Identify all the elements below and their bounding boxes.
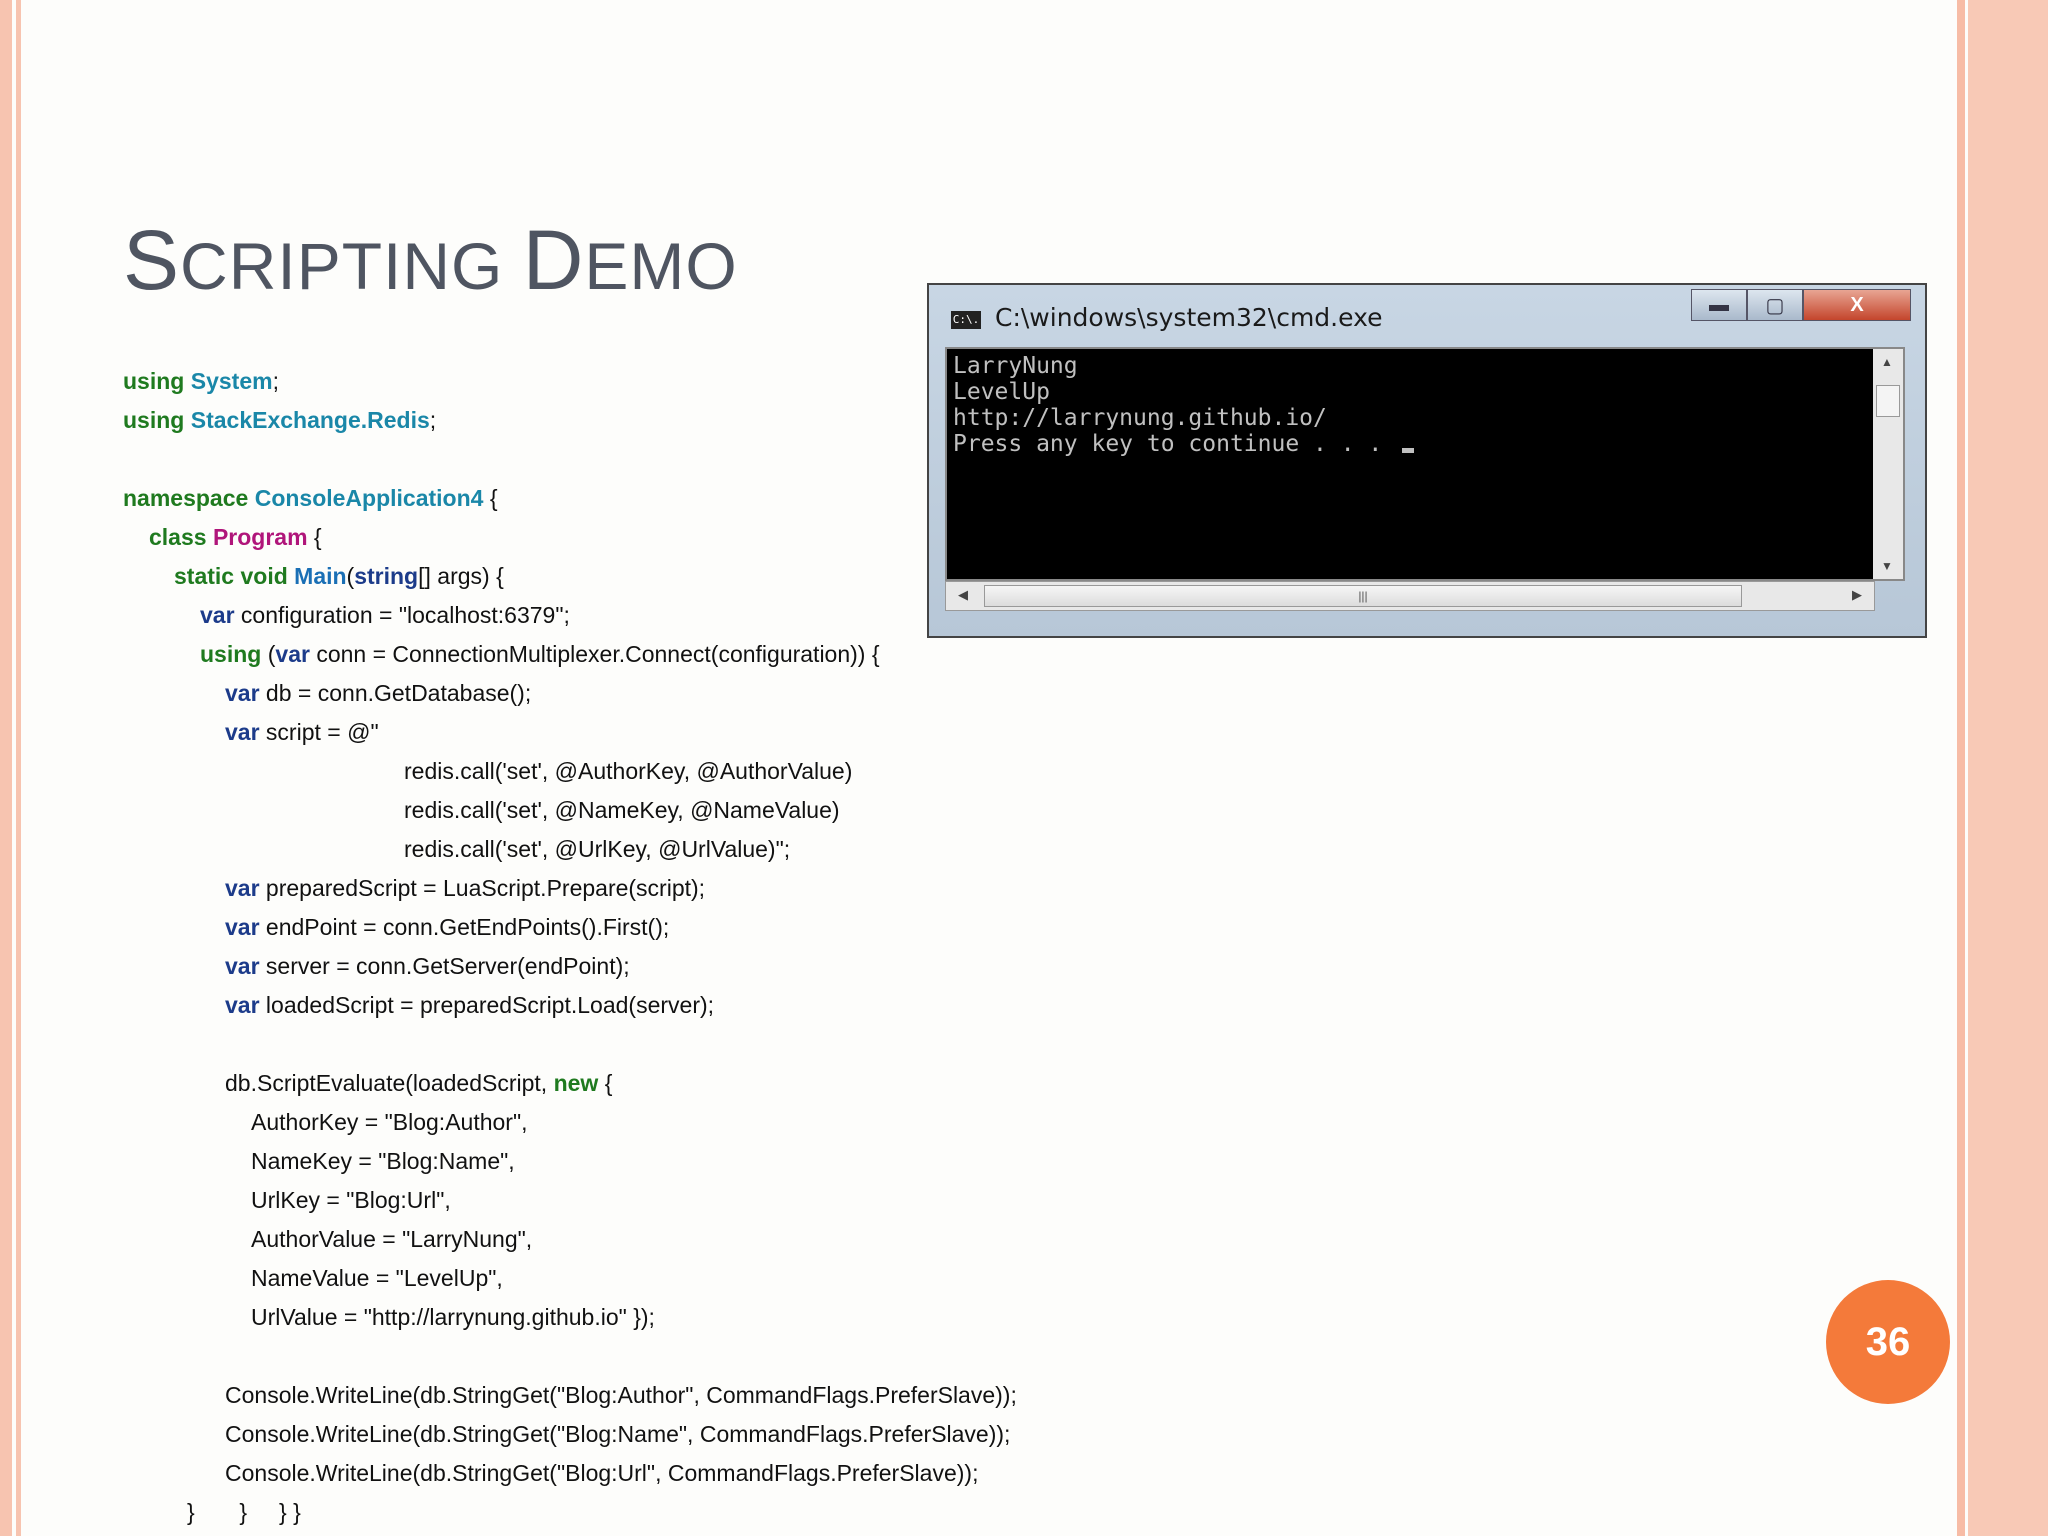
code-line: } } } } xyxy=(187,1499,301,1525)
console-line: Press any key to continue . . . xyxy=(953,431,1415,457)
code-line: redis.call('set', @AuthorKey, @AuthorVal… xyxy=(404,758,853,784)
vertical-scrollbar: ▲ ▼ xyxy=(1873,349,1903,579)
code-line: UrlValue = "http://larrynung.github.io" … xyxy=(251,1304,655,1330)
console-lines: LarryNung LevelUp http://larrynung.githu… xyxy=(953,353,1415,457)
console-line: LarryNung xyxy=(953,353,1078,379)
code-line: db.ScriptEvaluate(loadedScript, new { xyxy=(225,1070,613,1096)
close-icon: X xyxy=(1803,289,1911,321)
code-line: UrlKey = "Blog:Url", xyxy=(251,1187,451,1213)
console-title: C:\windows\system32\cmd.exe xyxy=(995,303,1383,332)
right-border-stripe xyxy=(1968,0,2048,1536)
code-line: Console.WriteLine(db.StringGet("Blog:Aut… xyxy=(225,1382,1017,1408)
console-line: LevelUp xyxy=(953,379,1050,405)
maximize-icon: ▢ xyxy=(1747,289,1803,321)
scroll-left-icon: ◀ xyxy=(958,587,968,602)
code-line: var preparedScript = LuaScript.Prepare(s… xyxy=(225,875,706,901)
console-window-screenshot: C:\. C:\windows\system32\cmd.exe ▬ ▢ X L… xyxy=(927,283,1927,638)
page-number-badge: 36 xyxy=(1826,1280,1950,1404)
code-line: var endPoint = conn.GetEndPoints().First… xyxy=(225,914,670,940)
code-line: NameValue = "LevelUp", xyxy=(251,1265,503,1291)
code-line: static void Main(string[] args) { xyxy=(174,563,504,589)
left-border-line xyxy=(16,0,21,1536)
code-line: AuthorKey = "Blog:Author", xyxy=(251,1109,528,1135)
code-line: redis.call('set', @NameKey, @NameValue) xyxy=(404,797,840,823)
horizontal-scrollbar: ◀ ||| ▶ xyxy=(945,581,1875,611)
code-line: class Program { xyxy=(149,524,322,550)
console-titlebar: C:\. C:\windows\system32\cmd.exe ▬ ▢ X xyxy=(929,285,1925,347)
code-line: redis.call('set', @UrlKey, @UrlValue)"; xyxy=(404,836,791,862)
scroll-down-icon: ▼ xyxy=(1881,559,1893,573)
code-line: using (var conn = ConnectionMultiplexer.… xyxy=(200,641,880,667)
code-line: var script = @" xyxy=(225,719,379,745)
cursor-icon xyxy=(1402,448,1415,453)
scroll-right-icon: ▶ xyxy=(1852,587,1862,602)
code-line: NameKey = "Blog:Name", xyxy=(251,1148,515,1174)
horizontal-scroll-thumb: ||| xyxy=(984,585,1742,607)
code-line: var server = conn.GetServer(endPoint); xyxy=(225,953,630,979)
scroll-up-icon: ▲ xyxy=(1881,355,1893,369)
window-controls: ▬ ▢ X xyxy=(1691,289,1911,323)
minimize-icon: ▬ xyxy=(1691,289,1747,321)
slide-title: SCRIPTING DEMO xyxy=(123,213,738,307)
code-line: namespace ConsoleApplication4 { xyxy=(123,485,498,511)
code-line: using System; xyxy=(123,368,279,394)
left-border-stripe xyxy=(0,0,12,1536)
right-border-line xyxy=(1957,0,1965,1536)
code-line: var db = conn.GetDatabase(); xyxy=(225,680,532,706)
console-output: LarryNung LevelUp http://larrynung.githu… xyxy=(945,347,1905,581)
console-line: http://larrynung.github.io/ xyxy=(953,405,1327,431)
code-line: using StackExchange.Redis; xyxy=(123,407,437,433)
code-block: using System; using StackExchange.Redis;… xyxy=(123,362,1017,1532)
code-line: AuthorValue = "LarryNung", xyxy=(251,1226,533,1252)
code-line: var configuration = "localhost:6379"; xyxy=(200,602,570,628)
grip-icon: ||| xyxy=(1358,589,1368,603)
code-line: Console.WriteLine(db.StringGet("Blog:Nam… xyxy=(225,1421,1011,1447)
code-line: var loadedScript = preparedScript.Load(s… xyxy=(225,992,715,1018)
cmd-icon: C:\. xyxy=(951,311,981,329)
vertical-scroll-thumb xyxy=(1876,385,1900,417)
code-line: Console.WriteLine(db.StringGet("Blog:Url… xyxy=(225,1460,979,1486)
